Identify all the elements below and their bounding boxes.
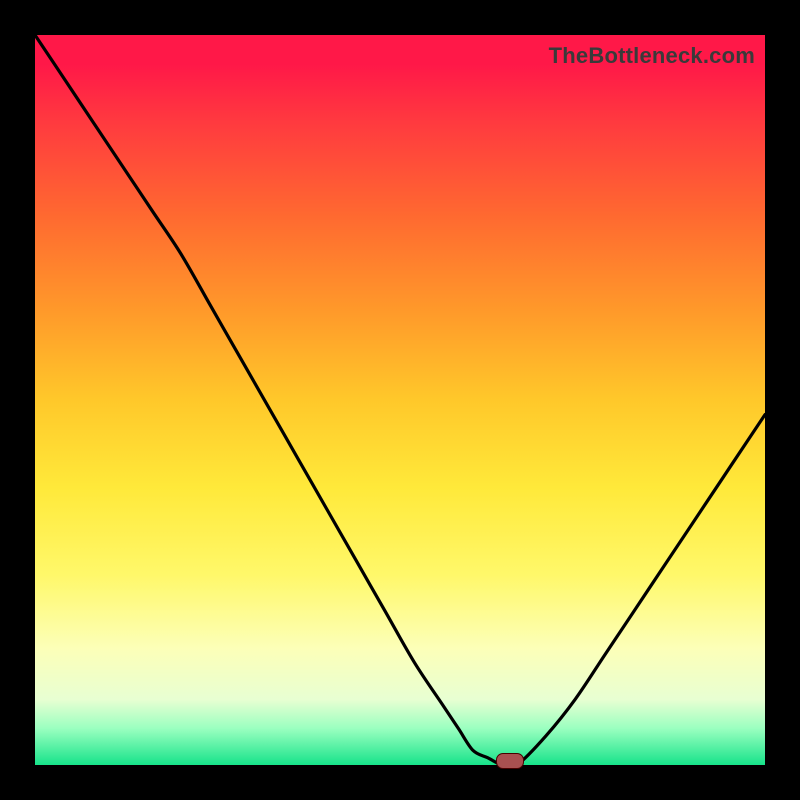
- plot-area: TheBottleneck.com: [35, 35, 765, 765]
- bottleneck-curve: [35, 35, 765, 765]
- optimal-point-marker: [496, 753, 524, 769]
- chart-frame: TheBottleneck.com: [0, 0, 800, 800]
